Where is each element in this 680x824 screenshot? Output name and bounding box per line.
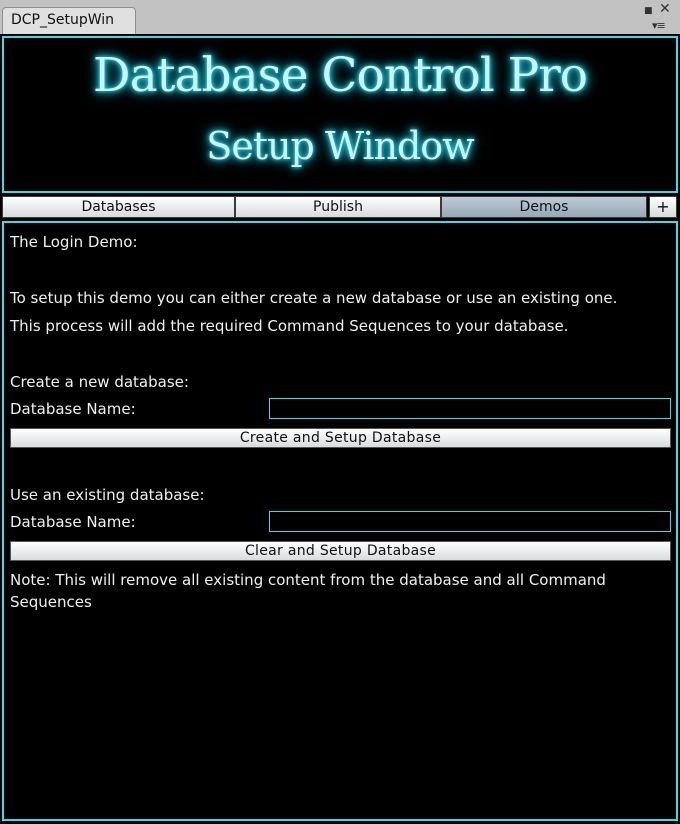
demo-heading: The Login Demo: bbox=[10, 233, 138, 251]
warning-note-line-2: Sequences bbox=[10, 593, 92, 611]
app-title: Database Control Pro bbox=[92, 48, 588, 103]
clear-and-setup-button[interactable]: Clear and Setup Database bbox=[10, 541, 671, 561]
tab-databases[interactable]: Databases bbox=[2, 196, 235, 218]
warning-note-line-1: Note: This will remove all existing cont… bbox=[10, 571, 606, 589]
window-titlebar: DCP_SetupWin ■ ✕ ▾≡ bbox=[0, 0, 680, 34]
demos-panel: The Login Demo: To setup this demo you c… bbox=[2, 221, 678, 821]
create-database-name-input[interactable] bbox=[269, 398, 671, 419]
create-and-setup-button[interactable]: Create and Setup Database bbox=[10, 428, 671, 448]
window-menu-icon[interactable]: ▾≡ bbox=[652, 20, 666, 32]
tab-demos[interactable]: Demos bbox=[441, 196, 647, 218]
add-tab-button[interactable]: + bbox=[649, 196, 677, 218]
tab-bar: Databases Publish Demos + bbox=[2, 196, 678, 218]
maximize-icon[interactable]: ■ bbox=[644, 5, 653, 17]
window-subtitle: Setup Window bbox=[206, 124, 474, 168]
existing-database-heading: Use an existing database: bbox=[10, 486, 205, 504]
create-database-heading: Create a new database: bbox=[10, 373, 189, 391]
create-database-name-label: Database Name: bbox=[10, 400, 136, 418]
tab-publish[interactable]: Publish bbox=[235, 196, 441, 218]
intro-text-line-2: This process will add the required Comma… bbox=[10, 317, 569, 335]
window-tab[interactable]: DCP_SetupWin bbox=[2, 7, 136, 34]
intro-text-line-1: To setup this demo you can either create… bbox=[10, 289, 618, 307]
existing-database-name-input[interactable] bbox=[269, 511, 671, 532]
close-icon[interactable]: ✕ bbox=[659, 2, 671, 16]
existing-database-name-label: Database Name: bbox=[10, 513, 136, 531]
header-banner: Database Control Pro Setup Window bbox=[2, 36, 678, 193]
setup-window-content: Database Control Pro Setup Window Databa… bbox=[0, 34, 680, 824]
